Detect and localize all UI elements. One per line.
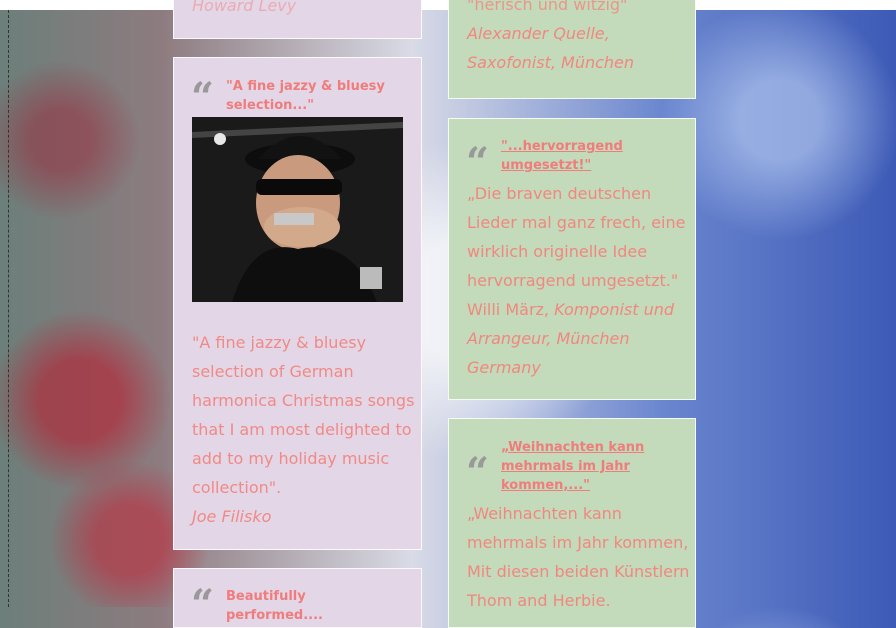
testimonial-title: "A fine jazzy & bluesy selection..." (226, 79, 385, 113)
testimonial-card-hervorragend: “ "...hervorragend umgesetzt!" „Die brav… (448, 118, 696, 400)
testimonial-quote: „Weihnachten kann mehrmals im Jahr komme… (467, 499, 695, 615)
quote-icon: “ (466, 449, 490, 496)
testimonial-quote: „Die braven deutschen Lieder mal ganz fr… (467, 179, 695, 382)
quote-icon: “ (191, 581, 215, 628)
quote-line: "herisch und witzig" (467, 0, 628, 14)
author-role: Arrangeur, München (467, 329, 630, 348)
title-line[interactable]: "...hervorragend (501, 137, 671, 156)
title-line[interactable]: „Weihnachten kann (501, 438, 681, 457)
author-name: Howard Levy (192, 0, 297, 15)
testimonial-card-top-right: "herisch und witzig" Alexander Quelle, S… (448, 0, 696, 99)
testimonial-title: Beautifully performed.... (226, 589, 323, 623)
author-role: Germany (467, 358, 541, 377)
author-name: Willi März, (467, 300, 555, 319)
musician-photo (192, 117, 403, 302)
testimonial-quote: "A fine jazzy & bluesy selection of Germ… (192, 328, 422, 531)
quote-line: "A fine jazzy & bluesy (192, 333, 367, 352)
title-line[interactable]: kommen,..." (501, 476, 681, 495)
quote-line: Mit diesen beiden Künstlern (467, 562, 690, 581)
author-name: Alexander Quelle, (467, 24, 610, 43)
quote-line: Thom and Herbie. (467, 591, 611, 610)
author-role: Komponist und (554, 300, 675, 319)
testimonial-card-beautifully: “ Beautifully performed.... (173, 568, 422, 628)
quote-icon: “ (191, 74, 215, 121)
testimonial-card-top-left: Howard Levy (173, 0, 422, 39)
quote-line: „Weihnachten kann (467, 504, 622, 523)
author-role: Saxofonist, München (467, 53, 635, 72)
author-name: Joe Filisko (192, 507, 272, 526)
quote-line: selection of German (192, 362, 354, 381)
testimonial-quote-tail: "herisch und witzig" Alexander Quelle, S… (467, 0, 692, 77)
title-line[interactable]: mehrmals im Jahr (501, 457, 681, 476)
quote-line: „Die braven deutschen (467, 184, 652, 203)
quote-line: that I am most delighted to (192, 420, 412, 439)
quote-line: hervorragend umgesetzt." (467, 271, 679, 290)
quote-line: collection". (192, 478, 282, 497)
title-line[interactable]: umgesetzt!" (501, 156, 671, 175)
quote-line: Lieder mal ganz frech, eine (467, 213, 686, 232)
quote-line: wirklich originelle Idee (467, 242, 648, 261)
author-line: Willi März, Komponist und (467, 295, 695, 324)
quote-line: harmonica Christmas songs (192, 391, 415, 410)
testimonial-title-link[interactable]: „Weihnachten kann mehrmals im Jahr komme… (501, 438, 681, 495)
testimonial-title-link[interactable]: "...hervorragend umgesetzt!" (501, 137, 671, 175)
selection-edge (8, 10, 9, 607)
testimonial-card-weihnachten: “ „Weihnachten kann mehrmals im Jahr kom… (448, 418, 696, 628)
quote-icon: “ (466, 139, 490, 186)
quote-line: add to my holiday music (192, 449, 390, 468)
quote-line: mehrmals im Jahr kommen, (467, 533, 689, 552)
